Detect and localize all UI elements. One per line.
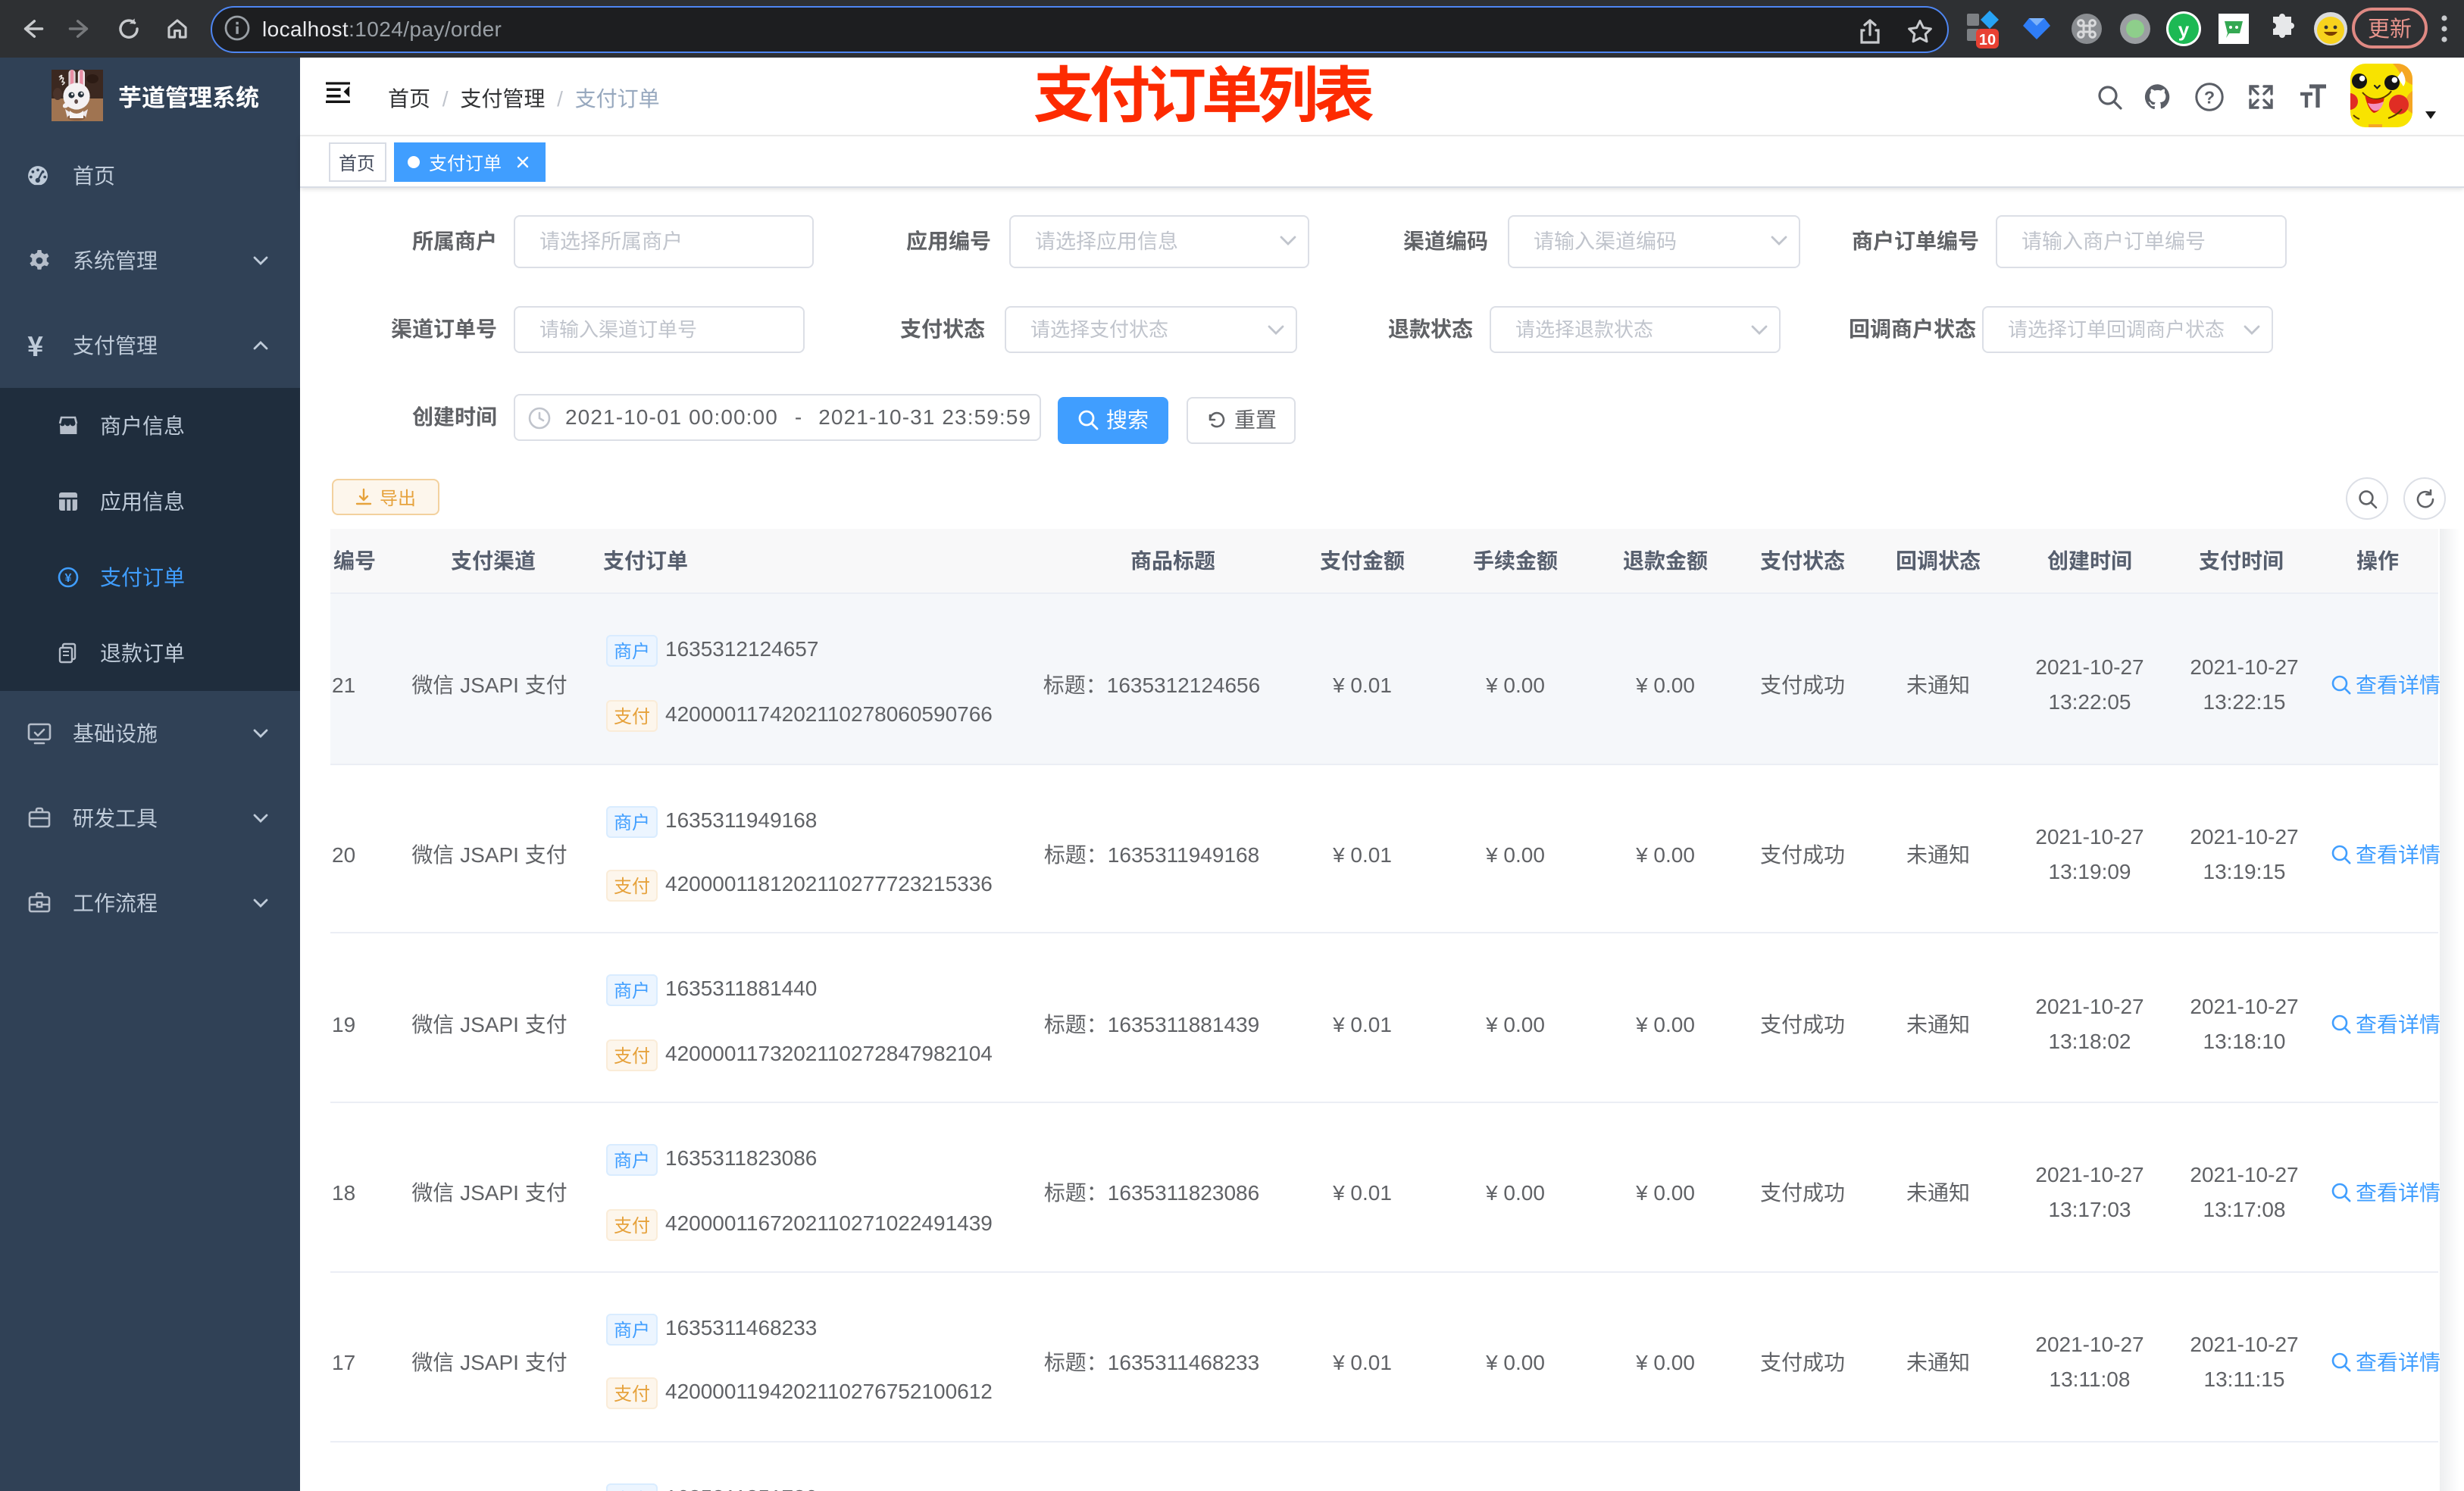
svg-text:y: y xyxy=(2178,18,2190,41)
svg-text:10: 10 xyxy=(1979,32,1996,48)
svg-text:?: ? xyxy=(2204,87,2215,107)
svg-text:¥: ¥ xyxy=(65,572,72,585)
